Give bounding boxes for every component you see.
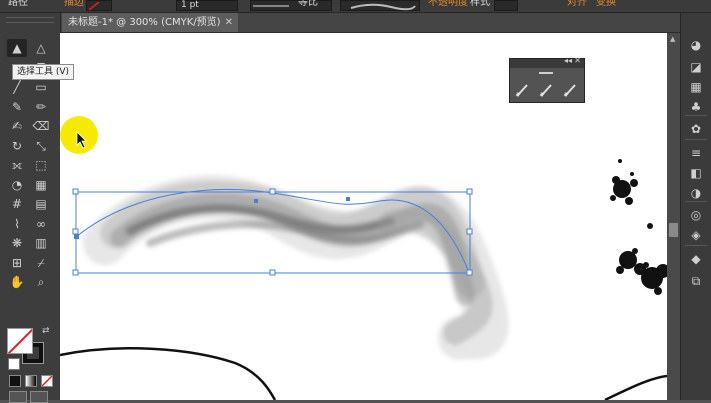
close-panel-icon[interactable]: ✕: [574, 56, 581, 65]
brush-button-3[interactable]: [562, 80, 580, 98]
vertical-scrollbar[interactable]: ▲: [667, 33, 680, 400]
gradient-tool[interactable]: ▤: [31, 195, 51, 213]
black-curve-left: [60, 347, 277, 400]
pencil-tool[interactable]: ✏: [31, 98, 51, 116]
document-tab-title: 未标题-1* @ 300% (CMYK/预览): [68, 17, 221, 28]
stroke-color-dropdown[interactable]: [86, 0, 112, 11]
blend-tool[interactable]: ∞: [31, 215, 51, 233]
stroke-label[interactable]: 描边: [64, 0, 84, 9]
transform-label[interactable]: 变换: [596, 0, 616, 9]
line-tool[interactable]: ╱: [7, 78, 27, 96]
screen-mode-icon[interactable]: [30, 391, 48, 403]
panel-title-bar[interactable]: ◂◂ ✕: [510, 56, 584, 68]
close-tab-icon[interactable]: ✕: [225, 13, 233, 32]
perspective-grid-tool[interactable]: ▦: [31, 176, 51, 194]
rectangle-tool[interactable]: ▭: [31, 78, 51, 96]
free-transform-tool[interactable]: ⬚: [31, 156, 51, 174]
black-curve-right: [604, 374, 667, 400]
control-bar: 路径 描边 1 pt 等比 不透明度 样式 对齐 变换: [0, 0, 711, 13]
none-mode-icon[interactable]: [41, 375, 53, 387]
transparency-icon[interactable]: ◑: [687, 185, 705, 201]
dock-separator: [685, 201, 707, 202]
layers-icon[interactable]: ◆: [687, 251, 705, 267]
document-tab[interactable]: 未标题-1* @ 300% (CMYK/预览) ✕: [62, 13, 238, 32]
no-stroke-icon: [88, 1, 100, 11]
direct-selection-tool[interactable]: △: [31, 39, 51, 57]
drawing-mode-icon[interactable]: [9, 391, 27, 403]
shape-builder-tool[interactable]: ◔: [7, 176, 27, 194]
paintbrush-tool[interactable]: ✎: [7, 98, 27, 116]
swap-colors-icon[interactable]: ⇄: [42, 326, 52, 336]
blob-brush-tool[interactable]: ✍: [7, 117, 27, 135]
brush-button-1[interactable]: [514, 80, 532, 98]
symbol-sprayer-tool[interactable]: ❋: [7, 234, 27, 252]
dock-separator: [685, 245, 707, 246]
scroll-up-icon[interactable]: ▲: [670, 35, 675, 43]
brush-definition-dropdown[interactable]: [340, 0, 420, 11]
brush-stroke-preview-icon: [350, 3, 416, 11]
panel-menu-icon[interactable]: [539, 72, 553, 74]
panel-grip[interactable]: [6, 17, 54, 23]
color-icon[interactable]: ◕: [687, 37, 705, 53]
paintbrush-icon: [539, 84, 552, 97]
gradient-icon[interactable]: ◧: [687, 165, 705, 181]
appearance-icon[interactable]: ◎: [687, 207, 705, 223]
opacity-label[interactable]: 不透明度: [428, 0, 468, 9]
stroke-weight-field[interactable]: 1 pt: [176, 0, 238, 11]
ink-splatter: [610, 159, 667, 295]
graphic-style-dropdown[interactable]: [494, 0, 518, 11]
scrollbar-thumb[interactable]: [669, 223, 678, 237]
width-tool[interactable]: ⟗: [7, 156, 27, 174]
stroke-icon[interactable]: ≡: [687, 145, 705, 161]
collapse-panel-icon[interactable]: ◂◂: [564, 56, 572, 65]
style-label: 样式: [470, 0, 490, 8]
artboards-icon[interactable]: ⧉: [687, 273, 705, 289]
eraser-tool[interactable]: ⌫: [31, 117, 51, 135]
mouse-pointer-icon: [76, 131, 87, 149]
dock-separator: [685, 139, 707, 140]
column-graph-tool[interactable]: ▥: [31, 234, 51, 252]
brushes-icon[interactable]: ♣: [687, 99, 705, 115]
paintbrush-icon: [515, 84, 528, 97]
gradient-mode-icon[interactable]: [25, 375, 37, 387]
slice-tool[interactable]: ⌿: [31, 254, 51, 272]
artboard-tool[interactable]: ⊞: [7, 254, 27, 272]
color-mode-icon[interactable]: [9, 375, 21, 387]
hand-tool[interactable]: ✋: [7, 273, 27, 291]
profile-label: 等比: [298, 0, 318, 8]
brush-button-2[interactable]: [538, 80, 556, 98]
symbols-icon[interactable]: ✿: [687, 121, 705, 137]
align-label[interactable]: 对齐: [567, 0, 587, 9]
dock-separator: [685, 115, 707, 116]
eyedropper-tool[interactable]: ⌇: [7, 215, 27, 233]
default-colors-icon[interactable]: [8, 358, 20, 370]
fill-swatch[interactable]: [7, 328, 33, 354]
floating-brush-panel: ◂◂ ✕: [509, 56, 585, 103]
document-tab-bar: 未标题-1* @ 300% (CMYK/预览) ✕: [60, 13, 680, 33]
rotate-tool[interactable]: ↻: [7, 137, 27, 155]
graphic-styles-icon[interactable]: ◈: [687, 227, 705, 243]
none-slash-icon: [41, 375, 53, 387]
color-guide-icon[interactable]: ◪: [687, 59, 705, 75]
zoom-tool[interactable]: ⌕: [31, 273, 51, 291]
variable-width-profile[interactable]: [250, 0, 332, 11]
panel-dock: ◕ ◪ ▦ ♣ ✿ ≡ ◧ ◑ ◎ ◈ ◆ ⧉: [680, 13, 711, 400]
scale-tool[interactable]: ⤡: [31, 137, 51, 155]
path-label: 路径: [8, 0, 28, 8]
selection-tool[interactable]: ▲: [7, 39, 27, 57]
paintbrush-icon: [563, 84, 576, 97]
profile-line-icon: [253, 5, 289, 7]
brush-stroke: [83, 175, 509, 360]
selection-tool-tooltip: 选择工具 (V): [12, 64, 75, 80]
swatches-icon[interactable]: ▦: [687, 79, 705, 95]
mesh-tool[interactable]: #: [7, 195, 27, 213]
